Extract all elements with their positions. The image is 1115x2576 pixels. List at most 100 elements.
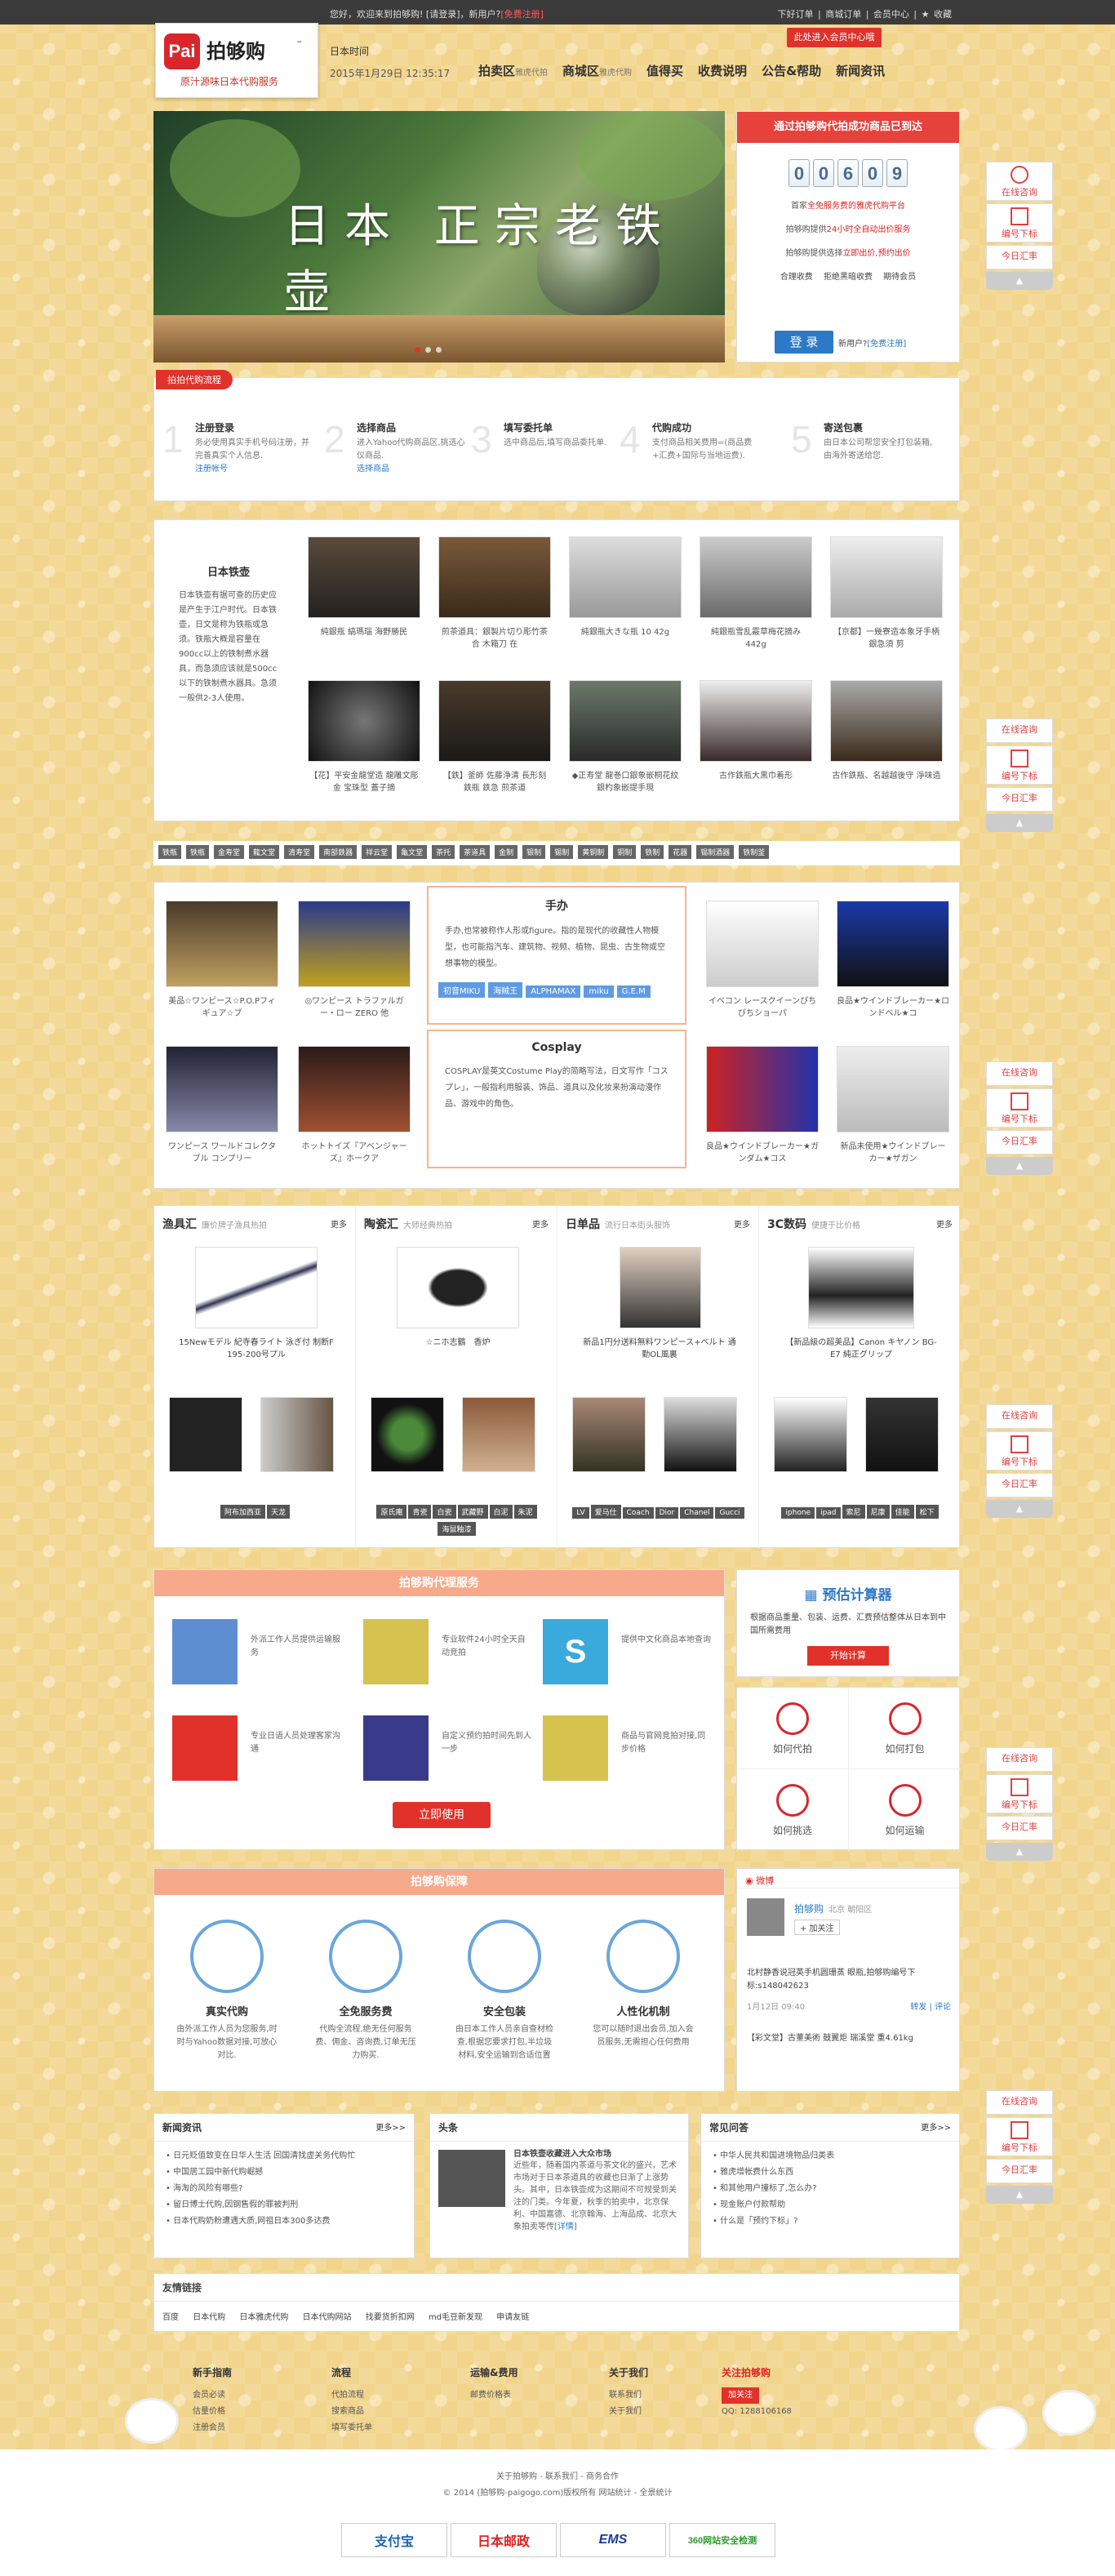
- product-card[interactable]: 純銀瓶 縞瑪瑙 海野勝民: [308, 536, 420, 651]
- tag[interactable]: 爱马仕: [590, 1505, 621, 1519]
- product-card[interactable]: 新品未使用★ウインドブレーカー★ザガン: [837, 1046, 949, 1165]
- product-image[interactable]: [700, 680, 812, 762]
- weibo-follow-button[interactable]: 加关注: [722, 2387, 759, 2404]
- product-image[interactable]: [572, 1397, 646, 1472]
- tag[interactable]: 海鼠釉漆: [438, 1522, 476, 1536]
- product-image[interactable]: [620, 1247, 701, 1328]
- product-image[interactable]: [830, 680, 943, 762]
- product-card[interactable]: 良品★ウインドブレーカー★ガンダム★コス: [706, 1046, 819, 1165]
- product-image[interactable]: [169, 1397, 242, 1472]
- number-bid-button[interactable]: 编号下标: [986, 203, 1053, 242]
- register-account-link[interactable]: 注册帐号: [195, 465, 228, 474]
- exchange-rate-button[interactable]: 今日汇率: [986, 1130, 1053, 1155]
- faq-item[interactable]: 雅虎增帐费什么东西: [713, 2164, 948, 2181]
- tag[interactable]: 铁制釜: [739, 845, 770, 859]
- footer-link[interactable]: 代拍流程: [331, 2387, 372, 2404]
- nav-worth[interactable]: 值得买: [646, 62, 683, 79]
- news-item[interactable]: 海淘的风险有哪些?: [166, 2181, 402, 2197]
- product-card[interactable]: 【花】平安金龍堂造 龍雕文彫金 宝珠型 蓋子摘: [308, 680, 420, 794]
- number-bid-button[interactable]: 编号下标: [986, 1431, 1053, 1470]
- product-image[interactable]: [438, 536, 551, 618]
- logo[interactable]: Pai 拍够购 ™ 原汁源味日本代购服务: [155, 23, 318, 98]
- product-card[interactable]: 良品★ウインドブレーカー★ロンドベル★コ: [837, 901, 949, 1020]
- exchange-rate-button[interactable]: 今日汇率: [986, 245, 1053, 269]
- exchange-rate-button[interactable]: 今日汇率: [986, 787, 1053, 812]
- tag[interactable]: 银制: [522, 845, 546, 859]
- tag[interactable]: 亀文堂: [397, 845, 428, 859]
- tag[interactable]: 龍文堂: [249, 845, 280, 859]
- avatar[interactable]: [747, 1898, 784, 1936]
- product-card[interactable]: 煎茶道具：銀製片切り彫竹茶合 木箱刀 在: [438, 536, 551, 651]
- online-consult-button[interactable]: 在线咨询: [986, 1404, 1053, 1429]
- news-item[interactable]: 日本代购奶粉遭遇大质,网祖日本300多达费: [166, 2213, 402, 2230]
- tag[interactable]: 海贼王: [488, 982, 523, 998]
- faq-item[interactable]: 和其他用户撞标了,怎么办?: [713, 2181, 948, 2197]
- footer-link[interactable]: 会员必读: [193, 2387, 232, 2404]
- tag[interactable]: 南部鉄器: [319, 845, 358, 859]
- product-image[interactable]: [260, 1397, 334, 1472]
- friend-link[interactable]: 找要货折扣网: [366, 2313, 415, 2322]
- tag[interactable]: 原氏庵: [376, 1505, 407, 1519]
- 360-security-logo[interactable]: 360网站安全检测: [669, 2523, 775, 2557]
- product-card[interactable]: 【京都】一幾寮造本象牙手柄銀急須 剪: [830, 536, 943, 651]
- product-card[interactable]: イベコン レースクイーンぴちぴちショーパ: [706, 901, 819, 1020]
- tag[interactable]: ALPHAMAX: [526, 985, 581, 998]
- news-item[interactable]: 中国居工园中新代购崛撼: [166, 2164, 402, 2181]
- footer-link[interactable]: 联系我们: [609, 2387, 648, 2404]
- product-image[interactable]: [166, 1046, 278, 1132]
- product-image[interactable]: [664, 1397, 737, 1472]
- tag[interactable]: 铁瓶: [158, 845, 182, 859]
- tag[interactable]: 祥云堂: [362, 845, 393, 859]
- product-image[interactable]: [166, 901, 278, 987]
- banner-dot[interactable]: [436, 347, 442, 353]
- start-calc-button[interactable]: 开始计算: [807, 1646, 889, 1666]
- number-bid-button[interactable]: 编号下标: [986, 1774, 1053, 1813]
- online-consult-button[interactable]: 在线咨询: [986, 719, 1053, 743]
- banner-dots[interactable]: [415, 345, 446, 355]
- back-to-top-icon[interactable]: ▲: [986, 2186, 1053, 2204]
- tag[interactable]: 锡制: [550, 845, 574, 859]
- product-caption[interactable]: 15Newモデル 紀寺春ライト 泳ぎ付 制断F 195-200号プル: [179, 1337, 334, 1361]
- nav-news[interactable]: 新闻资讯: [836, 62, 885, 79]
- tag[interactable]: 白瓷: [433, 1505, 456, 1519]
- product-card[interactable]: ◎ワンピース トラファルガー・ロー ZERO 他: [298, 901, 411, 1020]
- tag[interactable]: 金寿堂: [214, 845, 245, 859]
- help-pack[interactable]: 如何打包: [849, 1688, 961, 1769]
- exchange-rate-button[interactable]: 今日汇率: [986, 1816, 1053, 1840]
- help-ship[interactable]: 如何运输: [849, 1769, 961, 1851]
- exchange-rate-button[interactable]: 今日汇率: [986, 1473, 1053, 1497]
- back-to-top-icon[interactable]: ▲: [986, 1500, 1053, 1518]
- product-card[interactable]: 純銀瓶雪乱霰草梅花摘み 442g: [700, 536, 812, 651]
- footer-link[interactable]: 注册会员: [193, 2420, 232, 2436]
- tag[interactable]: iphone: [781, 1507, 815, 1519]
- product-caption[interactable]: 新品1円分送料無料ワンピース+ベルト 通勤OL風裏: [582, 1337, 737, 1361]
- nav-help[interactable]: 公告&帮助: [762, 62, 821, 79]
- tag[interactable]: 初音MIKU: [438, 982, 486, 998]
- japan-post-logo[interactable]: 日本邮政: [451, 2523, 557, 2557]
- tag[interactable]: Dior: [655, 1507, 679, 1519]
- tag[interactable]: 铁制: [641, 845, 664, 859]
- faq-item[interactable]: 现金账户付款帮助: [713, 2197, 948, 2213]
- more-link[interactable]: 更多>>: [375, 2120, 406, 2133]
- tag[interactable]: 阿布加西亚: [220, 1505, 265, 1519]
- product-image[interactable]: [569, 680, 682, 762]
- product-image[interactable]: [700, 536, 812, 618]
- tag[interactable]: 索尼: [842, 1505, 865, 1519]
- exchange-rate-button[interactable]: 今日汇率: [986, 2159, 1053, 2183]
- product-image[interactable]: [308, 680, 420, 762]
- hero-banner[interactable]: 日本 正宗老铁壶: [153, 111, 725, 363]
- news-item[interactable]: 留日博士代购,因钢售假的罪被判刑: [166, 2197, 402, 2213]
- tag[interactable]: 花器: [669, 845, 692, 859]
- tag[interactable]: ipad: [816, 1507, 841, 1519]
- product-card[interactable]: ホットトイズ『アベンジャーズ』ホークア: [298, 1046, 411, 1165]
- nav-fees[interactable]: 收费说明: [698, 62, 747, 79]
- nav-mall[interactable]: 商城区雅虎代购: [562, 62, 632, 79]
- footer-link[interactable]: 关于我们: [609, 2404, 648, 2420]
- tag[interactable]: 朱泥: [513, 1505, 537, 1519]
- tag[interactable]: 锡制酒器: [696, 845, 735, 859]
- follow-button[interactable]: + 加关注: [794, 1920, 840, 1935]
- tag[interactable]: 天龙: [267, 1505, 291, 1519]
- headline-article[interactable]: 日本铁壶收藏进入大众市场: [513, 2147, 611, 2159]
- number-bid-button[interactable]: 编号下标: [986, 745, 1053, 785]
- tag[interactable]: miku: [584, 985, 614, 998]
